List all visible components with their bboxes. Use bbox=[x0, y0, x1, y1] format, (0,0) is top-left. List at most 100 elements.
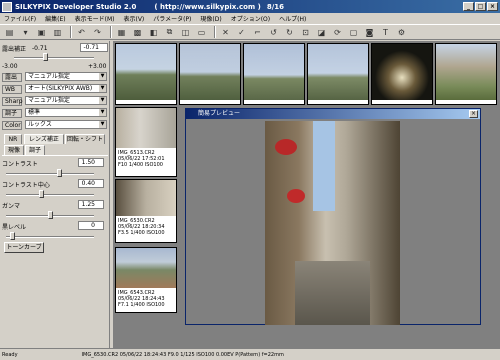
gamma-slider-thumb[interactable] bbox=[48, 211, 53, 219]
thumbnail[interactable] bbox=[307, 43, 369, 105]
tab-tone[interactable]: 調子 bbox=[25, 145, 45, 155]
contrast-slider[interactable] bbox=[6, 169, 94, 177]
exposure-mode-value: マニュアル指定 bbox=[28, 73, 70, 80]
toolbar-separator bbox=[110, 26, 112, 38]
black-level-slider[interactable] bbox=[6, 232, 94, 240]
contrast-center-spin[interactable]: 0.40 bbox=[78, 179, 104, 188]
contrast-label: コントラスト bbox=[2, 160, 38, 168]
thumbnail-selected[interactable]: IMG_6513.CR2 05/06/22 17:52:01 F10 1/400… bbox=[115, 107, 177, 177]
layout-icon[interactable]: ▦ bbox=[115, 26, 128, 38]
thumbnail[interactable]: IMG_6543.CR2 05/06/22 18:24:43 F7.1 1/40… bbox=[115, 247, 177, 313]
menu-option[interactable]: オプション(O) bbox=[231, 14, 270, 23]
close-icon[interactable]: × bbox=[469, 110, 478, 118]
compare-icon[interactable]: ◧ bbox=[147, 26, 160, 38]
minimize-icon[interactable]: _ bbox=[463, 2, 474, 11]
contrast-spin[interactable]: 1.50 bbox=[78, 158, 104, 167]
chevron-down-icon: ▼ bbox=[99, 109, 106, 116]
sharp-label: Sharp bbox=[2, 96, 23, 106]
black-level-spin[interactable]: 0 bbox=[78, 221, 104, 230]
menu-view[interactable]: 表示(V) bbox=[123, 14, 144, 23]
contrast-slider-thumb[interactable] bbox=[57, 169, 62, 177]
wb-select[interactable]: オート(SILKYPIX AWB) ▼ bbox=[25, 84, 107, 93]
thumbnail[interactable] bbox=[371, 43, 433, 105]
tab-rotate-shift[interactable]: 回転・シフト bbox=[65, 134, 105, 144]
camera-icon[interactable]: ◙ bbox=[363, 26, 376, 38]
exposure-value: -0.71 bbox=[32, 44, 48, 52]
crop-icon[interactable]: ⊡ bbox=[299, 26, 312, 38]
thumbnail[interactable] bbox=[179, 43, 241, 105]
undo-icon[interactable]: ↶ bbox=[75, 26, 88, 38]
contrast-center-slider[interactable] bbox=[6, 190, 94, 198]
tab-nr[interactable]: NR bbox=[4, 134, 22, 144]
preview-sky bbox=[313, 121, 335, 211]
maximize-icon[interactable]: □ bbox=[475, 2, 486, 11]
chevron-down-icon: ▼ bbox=[99, 73, 106, 80]
menu-help[interactable]: ヘルプ(H) bbox=[279, 14, 306, 23]
contrast-center-slider-thumb[interactable] bbox=[39, 190, 44, 198]
status-text: Ready bbox=[2, 351, 18, 358]
refresh-icon[interactable]: ⟳ bbox=[331, 26, 344, 38]
hammer-icon[interactable]: T bbox=[379, 26, 392, 38]
thumbnail[interactable] bbox=[435, 43, 497, 105]
gamma-spin[interactable]: 1.25 bbox=[78, 200, 104, 209]
menu-edit[interactable]: 編集(E) bbox=[45, 14, 65, 23]
menu-display-mode[interactable]: 表示モード(M) bbox=[75, 14, 115, 23]
exposure-label: 露出補正 bbox=[2, 45, 27, 53]
toolbar-separator bbox=[214, 26, 216, 38]
rotate-right-icon[interactable]: ↻ bbox=[283, 26, 296, 38]
tone-curve-button[interactable]: トーンカーブ bbox=[4, 242, 44, 253]
thumbnail[interactable] bbox=[115, 43, 177, 105]
thumbnail[interactable]: IMG_6530.CR2 05/06/22 18:20:34 F3.5 1/40… bbox=[115, 179, 177, 243]
thumbnail-image bbox=[116, 248, 176, 288]
tab-develop[interactable]: 現像 bbox=[4, 145, 24, 155]
exposure-spin[interactable]: -0.71 bbox=[80, 43, 108, 52]
wand-icon[interactable]: ✕ bbox=[219, 26, 232, 38]
wb-label: WB bbox=[2, 84, 22, 94]
open-icon[interactable]: ▾ bbox=[19, 26, 32, 38]
tone-label: 調子 bbox=[2, 108, 22, 118]
menu-parameter[interactable]: パラメータ(P) bbox=[153, 14, 191, 23]
thumbnail-image bbox=[436, 44, 496, 100]
thumbnail-image bbox=[244, 44, 304, 100]
tab-divider bbox=[2, 155, 108, 156]
settings-icon[interactable]: ⚙ bbox=[395, 26, 408, 38]
window-counter: 8/16 bbox=[266, 2, 285, 11]
copy-icon[interactable]: ⧉ bbox=[163, 26, 176, 38]
chevron-down-icon: ▼ bbox=[99, 121, 106, 128]
thumbnail[interactable] bbox=[243, 43, 305, 105]
black-level-slider-thumb[interactable] bbox=[10, 232, 15, 240]
status-bar: Ready IMG_6530.CR2 05/06/22 18:24:43 F9.… bbox=[0, 348, 500, 360]
menu-file[interactable]: ファイル(F) bbox=[4, 14, 36, 23]
exposure-slider-thumb[interactable] bbox=[43, 53, 48, 61]
trash-icon[interactable]: ▭ bbox=[195, 26, 208, 38]
zoom-icon[interactable]: ▢ bbox=[347, 26, 360, 38]
thumbnail-image bbox=[372, 44, 432, 100]
tab-lens-correction[interactable]: レンズ補正 bbox=[24, 134, 64, 144]
save-icon[interactable]: ▣ bbox=[35, 26, 48, 38]
folder-icon[interactable]: ▤ bbox=[3, 26, 16, 38]
wb-value: オート(SILKYPIX AWB) bbox=[28, 85, 93, 92]
exposure-slider[interactable] bbox=[14, 53, 94, 61]
exposure-mode-select[interactable]: マニュアル指定 ▼ bbox=[25, 72, 107, 81]
print-icon[interactable]: ▥ bbox=[51, 26, 64, 38]
mark-icon[interactable]: ◪ bbox=[315, 26, 328, 38]
gamma-slider[interactable] bbox=[6, 211, 94, 219]
chevron-down-icon: ▼ bbox=[99, 97, 106, 104]
rotate-left-icon[interactable]: ↺ bbox=[267, 26, 280, 38]
eyedropper-icon[interactable]: ⌐ bbox=[251, 26, 264, 38]
color-value: ルックス bbox=[28, 121, 52, 128]
picker-icon[interactable]: ✓ bbox=[235, 26, 248, 38]
menu-develop[interactable]: 現像(D) bbox=[200, 14, 221, 23]
color-select[interactable]: ルックス ▼ bbox=[25, 120, 107, 129]
paste-icon[interactable]: ◫ bbox=[179, 26, 192, 38]
redo-icon[interactable]: ↷ bbox=[91, 26, 104, 38]
preview-image bbox=[265, 121, 400, 325]
preview-street bbox=[295, 261, 370, 325]
preview-title: 簡易プレビュー bbox=[198, 110, 241, 117]
tone-value: 標準 bbox=[28, 109, 41, 116]
tone-select[interactable]: 標準 ▼ bbox=[25, 108, 107, 117]
grid-icon[interactable]: ▩ bbox=[131, 26, 144, 38]
close-icon[interactable]: × bbox=[487, 2, 498, 11]
thumb-exif: F7.1 1/400 ISO100 bbox=[118, 302, 165, 308]
sharp-select[interactable]: マニュアル指定 ▼ bbox=[25, 96, 107, 105]
